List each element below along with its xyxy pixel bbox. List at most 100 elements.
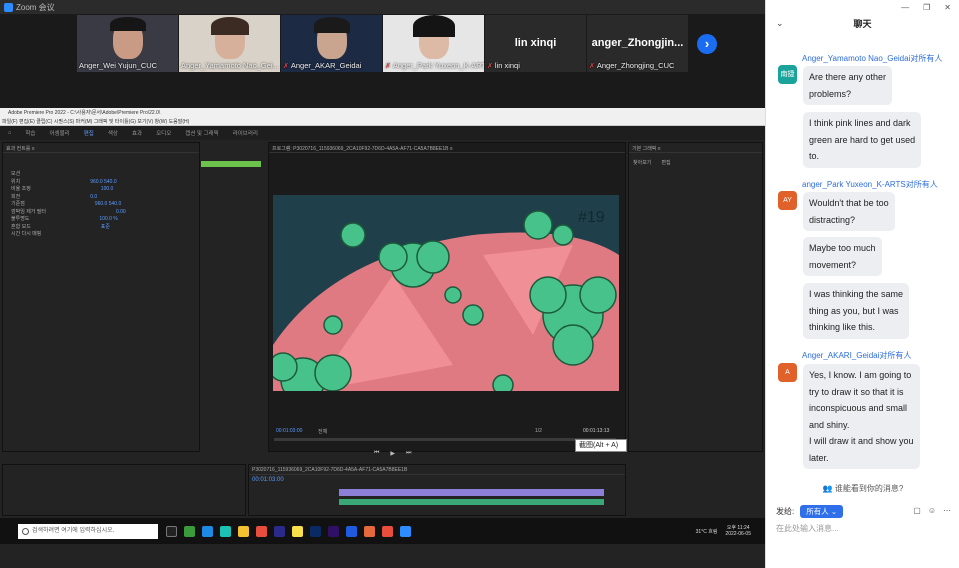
file-icon[interactable]: ▢	[913, 506, 921, 515]
chat-header: ⌄ 聊天	[766, 14, 959, 32]
chat-bubble: I was thinking the same thing as you, bu…	[803, 283, 910, 339]
transport-controls: ⏮ ▶ ⏭	[374, 450, 411, 457]
folder-icon[interactable]	[238, 525, 249, 537]
edge-icon[interactable]	[202, 525, 213, 537]
effect-row-value[interactable]: 0.00	[116, 209, 126, 215]
chrome-icon[interactable]	[256, 525, 267, 537]
workspace-tab[interactable]: 편집	[84, 129, 94, 137]
effect-row-label: 혼합 모드	[11, 223, 31, 230]
program-video-frame: #19	[273, 195, 619, 391]
zoom-icon[interactable]	[400, 525, 411, 537]
participant-tile[interactable]: ✗ Anger_Park Yuxeon_K-ARTS	[383, 15, 484, 72]
participant-name: Anger_Zhongjing_CUC	[596, 61, 675, 70]
chevron-down-icon[interactable]: ⌄	[776, 18, 784, 29]
taskbar-search-input[interactable]: 검색하려면 여기에 입력하십시오.	[18, 523, 158, 539]
premiere-icon[interactable]	[328, 525, 339, 537]
kakaotalk-icon[interactable]	[292, 525, 303, 537]
video-clip[interactable]	[339, 489, 604, 496]
step-forward-icon[interactable]: ⏭	[406, 450, 411, 457]
effect-row-value[interactable]: 960.0 540.0	[90, 179, 116, 185]
more-icon[interactable]: ⋯	[943, 506, 951, 515]
effect-row-value[interactable]: 표준	[101, 224, 110, 230]
project-panel	[2, 464, 246, 516]
workspace-tab[interactable]: 색상	[108, 129, 118, 137]
workspace-tab[interactable]: 오디오	[156, 129, 171, 137]
participant-name: Anger_Wei Yujun_CUC	[79, 61, 158, 70]
fit-dropdown[interactable]: 전체	[318, 428, 327, 435]
animation-frame: #19	[273, 195, 619, 391]
home-icon[interactable]: ⌂	[8, 130, 11, 136]
step-back-icon[interactable]: ⏮	[374, 450, 379, 457]
workspace-tab[interactable]: 학습	[25, 129, 35, 137]
program-duration: 00:01:13:13	[583, 428, 610, 434]
timeline-timecode[interactable]: 00:01:03:00	[252, 477, 284, 483]
premiere-titlebar: Adobe Premiere Pro 2022 - C:\사용자\문서\Adob…	[0, 108, 765, 118]
panel-tab[interactable]: 효과 컨트롤 ≡	[3, 143, 199, 153]
effect-row-label: 불투명도	[11, 216, 30, 222]
participant-name: Anger_Yamamoto Nao_Gei...	[181, 61, 279, 70]
workspace-tab[interactable]: 라이브러리	[233, 129, 258, 137]
effect-row-label: 기준점	[11, 201, 25, 207]
panel-tab[interactable]: 프로그램: P3020716_115936069_2CA10F92-7D6D-4…	[269, 143, 625, 153]
effect-row-label: 위치	[11, 178, 21, 185]
timeline-panel: P3020716_115936069_2CA10F92-7D6D-4A5A-AF…	[248, 464, 626, 516]
chat-tools: ▢ ☺ ⋯	[913, 506, 951, 515]
workspace-tab[interactable]: 캡션 및 그래픽	[185, 129, 218, 137]
chat-bubble: Yes, I know. I am going to try to draw i…	[803, 364, 920, 469]
send-to-label: 发给:	[776, 507, 795, 516]
word-icon[interactable]	[346, 525, 357, 537]
effect-row-label: 회전	[11, 193, 21, 200]
chat-message-input[interactable]: 在此处输入消息...	[776, 523, 839, 534]
participant-tile[interactable]: Anger_Yamamoto Nao_Gei...	[179, 15, 280, 72]
workspace-tab[interactable]: 어셈블리	[49, 129, 69, 137]
play-icon[interactable]: ▶	[390, 450, 395, 457]
task-view-icon[interactable]	[166, 525, 177, 537]
desktop: Zoom 会议 Anger_Wei Yujun_CUC Anger_Yamamo…	[0, 0, 959, 568]
app-icon[interactable]	[364, 525, 375, 537]
participant-name: Anger_AKAR_Geidai	[290, 61, 362, 70]
avatar: 南捷	[778, 65, 797, 84]
participant-display-name: lin xinqi	[514, 37, 557, 49]
chrome-icon[interactable]	[382, 525, 393, 537]
muted-mic-icon: ✗	[385, 62, 391, 70]
chat-bubble: Maybe too much movement?	[803, 237, 882, 276]
program-scrubber[interactable]	[274, 438, 616, 441]
muted-mic-icon: ✗	[283, 62, 289, 70]
browse-tab[interactable]: 찾아보기	[633, 159, 651, 166]
edge-icon[interactable]	[220, 525, 231, 537]
photoshop-icon[interactable]	[310, 525, 321, 537]
restore-icon[interactable]: ❐	[923, 3, 930, 12]
gallery-next-button[interactable]: ›	[697, 34, 717, 54]
emoji-icon[interactable]: ☺	[928, 506, 936, 515]
muted-mic-icon: ✗	[589, 62, 595, 70]
taskbar-clock[interactable]: 오후 11:24 2022-06-05	[725, 525, 751, 537]
effect-row-value[interactable]: 960.0 540.0	[95, 201, 121, 207]
timeline-tab[interactable]: P3020716_115936069_2CA10F92-7D6D-4A5A-AF…	[249, 465, 625, 475]
premiere-icon[interactable]	[274, 525, 285, 537]
participant-tile[interactable]: ✗ Anger_AKAR_Geidai	[281, 15, 382, 72]
app-icon[interactable]	[184, 525, 195, 537]
participant-tile[interactable]: Anger_Wei Yujun_CUC	[77, 15, 178, 72]
effect-row-value[interactable]: 100.0	[101, 186, 114, 192]
edit-tab[interactable]: 편집	[661, 159, 670, 166]
audio-clip[interactable]	[339, 499, 604, 505]
weather-label[interactable]: 31°C 흐림	[696, 528, 718, 535]
effect-row-value[interactable]: 0.0	[90, 194, 97, 200]
chat-title: 聊天	[853, 18, 872, 29]
zoom-logo-icon	[4, 2, 13, 12]
effect-controls-panel: 효과 컨트롤 ≡ 모션 위치 960.0 540.0 비율 조정 100.0 회전 0…	[2, 142, 261, 452]
minimize-icon[interactable]: —	[901, 3, 909, 12]
workspace-tab[interactable]: 효과	[132, 129, 142, 137]
message-sender: Anger_Yamamoto Nao_Geidai对所有人	[802, 54, 943, 63]
who-can-see-link[interactable]: 👥 谁能看到你的消息?	[766, 483, 959, 494]
effect-row-value[interactable]: 100.0 %	[99, 216, 117, 222]
close-icon[interactable]: ✕	[944, 3, 951, 12]
program-timecode[interactable]: 00:01:03:00	[276, 428, 302, 434]
participant-tile[interactable]: anger_Zhongjin... ✗ Anger_Zhongjing_CUC	[587, 15, 688, 72]
system-tray: 31°C 흐림 오후 11:24 2022-06-05	[696, 525, 751, 537]
recipient-dropdown[interactable]: 所有人 ⌄	[800, 505, 844, 518]
resolution-dropdown[interactable]: 1/2	[535, 428, 542, 434]
shared-screen[interactable]: Adobe Premiere Pro 2022 - C:\사용자\문서\Adob…	[0, 108, 765, 568]
panel-tab[interactable]: 기본 그래픽 ≡	[629, 143, 762, 153]
participant-tile[interactable]: lin xinqi ✗ lin xinqi	[485, 15, 586, 72]
